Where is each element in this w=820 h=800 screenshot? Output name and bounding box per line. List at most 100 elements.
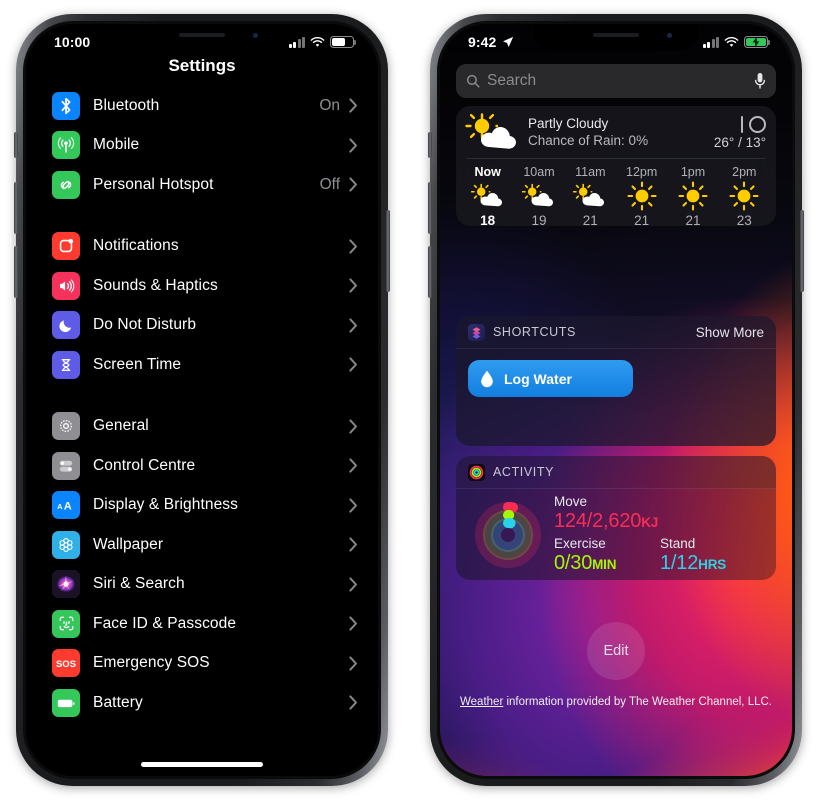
activity-widget[interactable]: ACTIVITY Move 124/2,620KJ Exercise 0/30M… (456, 456, 776, 580)
hour-temp: 21 (634, 213, 650, 226)
hour-temp: 18 (480, 213, 496, 226)
left-phone-frame: 10:00 Settings Bluetooth On Mobile Perso… (14, 14, 390, 786)
volume-up-button[interactable] (428, 182, 432, 234)
status-time: 10:00 (54, 34, 91, 50)
settings-group-connectivity: Bluetooth On Mobile Personal Hotspot Off (26, 86, 378, 205)
svg-text:SOS: SOS (56, 659, 76, 670)
search-placeholder: Search (487, 72, 537, 89)
svg-text:A: A (57, 502, 63, 511)
hourglass-icon (52, 350, 80, 379)
show-more-button[interactable]: Show More (696, 325, 764, 340)
signal-bars-icon (288, 36, 305, 48)
hour-temp: 23 (736, 213, 752, 226)
sidebar-item-control-centre[interactable]: Control Centre (26, 446, 378, 486)
status-bar-right-group (702, 36, 771, 48)
hourly-item: 11am 21 (565, 165, 616, 226)
hour-label: 12pm (626, 165, 658, 179)
sidebar-item-label: Bluetooth (93, 96, 160, 114)
hourly-forecast[interactable]: Now 18 10am 19 11am 21 12pm 21 1pm 21 2p… (456, 159, 776, 226)
settings-group-alerts: Notifications Sounds & Haptics Do Not Di… (26, 227, 378, 385)
sun-behind-cloud-icon (565, 179, 616, 213)
stand-label: Stand (660, 536, 696, 551)
chevron-right-icon (349, 577, 358, 592)
chevron-right-icon (349, 458, 358, 473)
chevron-right-icon (349, 656, 358, 671)
activity-rings-large-icon (468, 499, 548, 571)
mute-switch[interactable] (14, 132, 18, 158)
siri-icon (52, 570, 80, 599)
stand-value: 1/12HRS (660, 552, 726, 576)
sidebar-item-mobile[interactable]: Mobile (26, 126, 378, 166)
weather-high-low: 26° / 13° (714, 115, 766, 150)
weather-condition-text: Partly Cloudy (528, 116, 609, 131)
settings-list: Bluetooth On Mobile Personal Hotspot Off… (26, 86, 378, 745)
sidebar-item-notifications[interactable]: Notifications (26, 227, 378, 267)
edit-button[interactable]: Edit (587, 622, 645, 680)
move-value: 124/2,620KJ (554, 510, 772, 534)
chevron-right-icon (349, 138, 358, 153)
search-input[interactable]: Search (456, 64, 776, 98)
status-time: 9:42 (468, 34, 497, 50)
sidebar-item-bluetooth[interactable]: Bluetooth On (26, 86, 378, 126)
chevron-right-icon (349, 177, 358, 192)
sidebar-item-do-not-disturb[interactable]: Do Not Disturb (26, 306, 378, 346)
volume-up-button[interactable] (14, 182, 18, 234)
chevron-right-icon (349, 695, 358, 710)
hour-label: 10am (523, 165, 555, 179)
hour-label: 1pm (680, 165, 706, 179)
sidebar-item-display-brightness[interactable]: A A Display & Brightness (26, 486, 378, 526)
microphone-icon[interactable] (754, 72, 766, 90)
home-indicator[interactable] (141, 762, 263, 767)
sun-behind-cloud-icon (462, 112, 524, 152)
chevron-right-icon (349, 318, 358, 333)
sidebar-item-general[interactable]: General (26, 407, 378, 447)
power-button[interactable] (386, 210, 390, 292)
volume-down-button[interactable] (14, 246, 18, 298)
chevron-right-icon (349, 537, 358, 552)
hour-temp: 19 (531, 213, 547, 226)
hourly-item: 1pm 21 (667, 165, 718, 226)
status-bar-left-group: 9:42 (468, 34, 514, 50)
mute-switch[interactable] (428, 132, 432, 158)
weather-rain-chance: Chance of Rain: 0% (528, 133, 649, 148)
sidebar-item-label: Wallpaper (93, 535, 164, 553)
weather-widget[interactable]: Partly Cloudy Chance of Rain: 0% 26° / 1… (456, 106, 776, 226)
sidebar-item-emergency-sos[interactable]: SOS Emergency SOS (26, 644, 378, 684)
left-phone-screen: 10:00 Settings Bluetooth On Mobile Perso… (26, 24, 378, 776)
sidebar-item-personal-hotspot[interactable]: Personal Hotspot Off (26, 165, 378, 205)
shortcut-tile-log-water[interactable]: Log Water (468, 360, 633, 397)
bluetooth-icon (52, 91, 80, 120)
exercise-label: Exercise (554, 536, 606, 551)
sidebar-item-siri-search[interactable]: Siri & Search (26, 565, 378, 605)
battery-charging-icon (744, 36, 771, 48)
row-value: On (319, 96, 340, 114)
sidebar-item-sounds-haptics[interactable]: Sounds & Haptics (26, 266, 378, 306)
sidebar-item-screen-time[interactable]: Screen Time (26, 345, 378, 385)
flower-icon (52, 530, 80, 559)
sidebar-item-face-id-passcode[interactable]: Face ID & Passcode (26, 604, 378, 644)
hour-temp: 21 (582, 213, 598, 226)
volume-down-button[interactable] (428, 246, 432, 298)
sidebar-item-wallpaper[interactable]: Wallpaper (26, 525, 378, 565)
exercise-stat: Exercise 0/30MIN (554, 535, 660, 576)
move-number: 124/2,620 (554, 510, 642, 532)
shortcuts-widget-title: SHORTCUTS (493, 325, 576, 339)
chevron-right-icon (349, 239, 358, 254)
stand-stat: Stand 1/12HRS (660, 535, 726, 576)
screenshot-stage: 10:00 Settings Bluetooth On Mobile Perso… (0, 0, 820, 800)
sidebar-item-label: Display & Brightness (93, 496, 239, 514)
shortcut-tile-label: Log Water (504, 370, 572, 387)
shortcuts-widget[interactable]: SHORTCUTS Show More Log Water (456, 316, 776, 446)
face-id-icon (52, 609, 80, 638)
search-icon (466, 74, 480, 88)
hourly-item: 2pm 23 (719, 165, 770, 226)
signal-bars-icon (702, 36, 719, 48)
weather-link[interactable]: Weather (460, 696, 503, 708)
row-value: Off (319, 175, 340, 193)
status-bar-left-group: 10:00 (54, 34, 90, 50)
charging-bolt-icon (752, 36, 760, 48)
sidebar-item-battery[interactable]: Battery (26, 683, 378, 723)
power-button[interactable] (800, 210, 804, 292)
status-bar-right-group (288, 36, 357, 48)
text-size-icon: A A (52, 491, 80, 520)
